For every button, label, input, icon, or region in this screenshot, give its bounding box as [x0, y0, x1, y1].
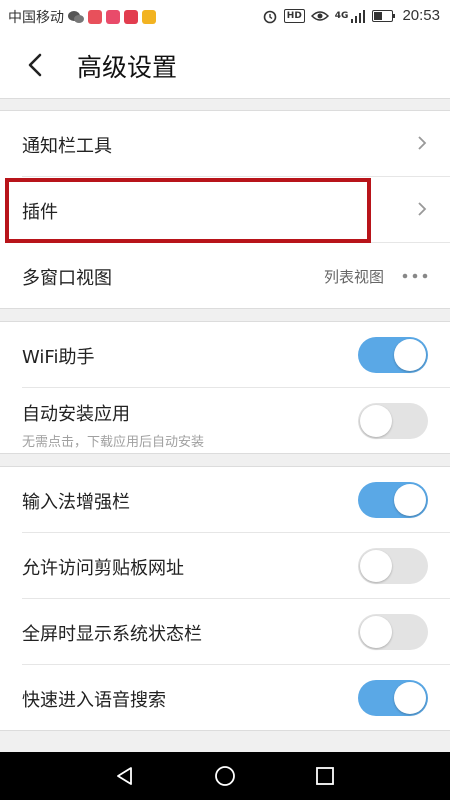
chevron-right-icon: [418, 202, 427, 216]
more-dots-icon: [402, 273, 428, 279]
row-wifi-assistant[interactable]: WiFi助手: [22, 322, 450, 388]
row-label: 自动安装应用: [22, 404, 130, 425]
row-label: 通知栏工具: [22, 136, 112, 157]
row-notification-toolbar[interactable]: 通知栏工具: [22, 111, 450, 177]
status-bar-right: HD 4G 20:53: [262, 7, 440, 24]
chevron-left-icon[interactable]: [20, 50, 50, 80]
battery-icon: [372, 9, 396, 22]
row-multi-window-view[interactable]: 多窗口视图 列表视图: [22, 243, 450, 308]
carrier-label: 中国移动: [8, 10, 64, 26]
app-icon-2: [106, 10, 120, 24]
system-nav-bar: [0, 752, 450, 800]
toggle-knob: [394, 484, 426, 516]
status-bar: 中国移动 HD 4G 20:53: [0, 0, 450, 32]
row-label: 允许访问剪贴板网址: [22, 558, 184, 579]
row-voice-search[interactable]: 快速进入语音搜索: [22, 665, 450, 730]
settings-group-network: WiFi助手 自动安装应用 无需点击，下载应用后自动安装: [0, 321, 450, 454]
row-input-enhance-bar[interactable]: 输入法增强栏: [22, 467, 450, 533]
toggle-switch[interactable]: [358, 403, 428, 439]
hd-badge: HD: [283, 8, 305, 23]
toggle-knob: [360, 616, 392, 648]
app-icon-4: [142, 10, 156, 24]
toggle-knob: [360, 405, 392, 437]
row-fullscreen-statusbar[interactable]: 全屏时显示系统状态栏: [22, 599, 450, 665]
recents-square-icon[interactable]: [313, 764, 337, 788]
signal-icon: [351, 9, 366, 23]
app-header: 高级设置: [0, 32, 450, 99]
row-auto-install[interactable]: 自动安装应用 无需点击，下载应用后自动安装: [22, 388, 450, 453]
toggle-switch[interactable]: [358, 548, 428, 584]
home-circle-icon[interactable]: [213, 764, 237, 788]
toggle-knob: [360, 550, 392, 582]
row-label: 多窗口视图: [22, 268, 112, 289]
clock-time: 20:53: [402, 7, 440, 24]
toggle-knob: [394, 682, 426, 714]
toggle-switch[interactable]: [358, 482, 428, 518]
page-title: 高级设置: [77, 53, 178, 82]
wechat-icon: [68, 11, 84, 23]
toggle-knob: [394, 339, 426, 371]
row-label: 输入法增强栏: [22, 492, 130, 513]
toggle-switch[interactable]: [358, 680, 428, 716]
settings-group-input: 输入法增强栏 允许访问剪贴板网址 全屏时显示系统状态栏 快速进入语音搜索: [0, 466, 450, 731]
alarm-icon: [263, 10, 277, 23]
row-label: WiFi助手: [22, 347, 95, 368]
row-label: 插件: [22, 202, 58, 223]
row-sublabel: 无需点击，下载应用后自动安装: [22, 435, 205, 450]
back-triangle-icon[interactable]: [113, 764, 137, 788]
row-label: 全屏时显示系统状态栏: [22, 624, 202, 645]
app-icon-1: [88, 10, 102, 24]
chevron-right-icon: [418, 136, 427, 150]
settings-group-general: 通知栏工具 插件 多窗口视图 列表视图: [0, 110, 450, 309]
toggle-switch[interactable]: [358, 614, 428, 650]
row-clipboard-url[interactable]: 允许访问剪贴板网址: [22, 533, 450, 599]
row-plugins[interactable]: 插件: [22, 177, 450, 243]
status-bar-left: 中国移动: [8, 7, 156, 27]
app-icon-3: [124, 10, 138, 24]
network-type: 4G: [334, 10, 349, 21]
row-value: 列表视图: [323, 268, 384, 286]
eye-icon: [310, 10, 329, 21]
row-label: 快速进入语音搜索: [22, 690, 166, 711]
toggle-switch[interactable]: [358, 337, 428, 373]
